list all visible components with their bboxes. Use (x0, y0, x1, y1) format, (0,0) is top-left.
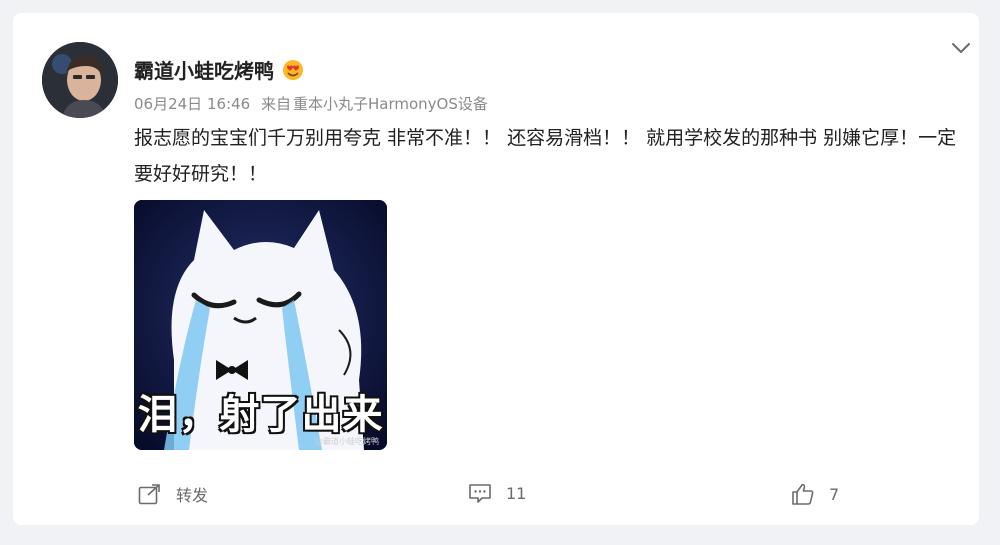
source-device[interactable]: 重本小丸子HarmonyOS设备 (293, 95, 488, 113)
post-image[interactable]: 泪，射了出来 @霸道小蛙吃烤鸭 (134, 200, 387, 450)
source-prefix: 来自 (260, 95, 291, 113)
share-icon (138, 484, 160, 505)
like-button[interactable]: 7 (791, 482, 839, 506)
heart-eyes-emoji-icon (282, 59, 304, 81)
comment-button[interactable]: 11 (468, 482, 526, 504)
user-name[interactable]: 霸道小蛙吃烤鸭 (134, 55, 304, 84)
user-name-text[interactable]: 霸道小蛙吃烤鸭 (134, 55, 274, 84)
chevron-down-icon[interactable] (950, 37, 972, 59)
like-count: 7 (829, 484, 840, 504)
repost-button[interactable]: 转发 (138, 482, 208, 506)
post-text: 报志愿的宝宝们千万别用夸克 非常不准！！ 还容易滑档！！ 就用学校发的那种书 别… (134, 127, 957, 185)
thumbs-up-icon (792, 483, 814, 505)
user-avatar[interactable] (42, 42, 118, 118)
comment-count: 11 (506, 483, 527, 503)
image-watermark: @霸道小蛙吃烤鸭 (315, 437, 379, 446)
comment-icon (469, 484, 491, 503)
post-meta: 06月24日 16:46 来自 重本小丸子HarmonyOS设备 (134, 93, 494, 114)
repost-label: 转发 (176, 486, 209, 505)
post-date[interactable]: 06月24日 16:46 (134, 95, 250, 113)
image-caption: 泪，射了出来 (137, 391, 384, 439)
